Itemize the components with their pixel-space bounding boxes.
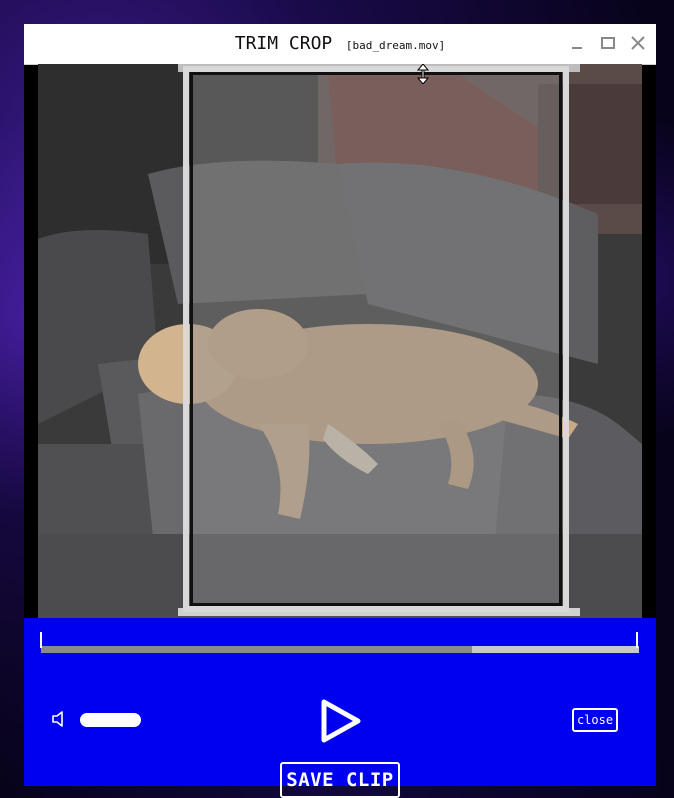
maximize-icon[interactable] <box>599 34 617 52</box>
crop-region[interactable] <box>190 72 562 606</box>
crop-top-edge[interactable] <box>178 64 580 72</box>
window-filename: [bad_dream.mov] <box>345 39 446 52</box>
volume-slider[interactable] <box>80 713 141 727</box>
minimize-icon[interactable] <box>568 34 586 52</box>
window-title-group: TRIM CROP [bad_dream.mov] <box>24 33 656 54</box>
video-preview <box>38 64 642 618</box>
close-icon[interactable] <box>629 34 647 52</box>
save-clip-button[interactable]: SAVE CLIP <box>280 762 400 798</box>
play-icon[interactable] <box>320 698 362 744</box>
control-panel: close SAVE CLIP <box>24 618 656 798</box>
timeline-progress <box>41 646 472 653</box>
window-title: TRIM CROP <box>234 33 333 54</box>
vertical-resize-icon[interactable] <box>416 64 430 85</box>
trim-crop-window: TRIM CROP [bad_dream.mov] close SAVE CLI… <box>24 24 656 798</box>
title-bar[interactable]: TRIM CROP [bad_dream.mov] <box>24 24 656 65</box>
timeline-scrubber[interactable] <box>41 646 639 653</box>
crop-bottom-edge[interactable] <box>178 608 580 616</box>
trim-end-handle[interactable] <box>636 632 638 648</box>
trim-start-handle[interactable] <box>40 632 42 648</box>
speaker-icon[interactable] <box>52 711 66 727</box>
close-button[interactable]: close <box>572 708 618 732</box>
